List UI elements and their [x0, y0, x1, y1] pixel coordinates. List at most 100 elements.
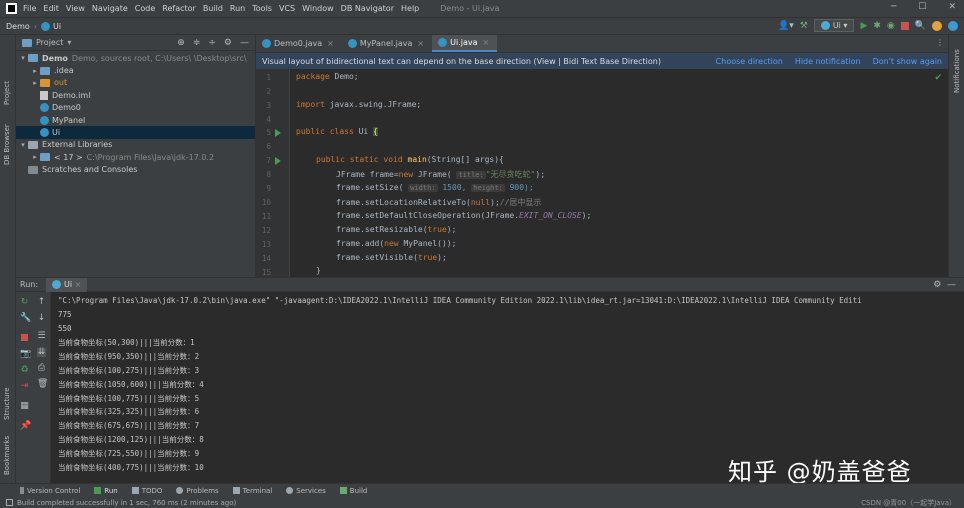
- restore-layout-icon[interactable]: ♻: [20, 366, 29, 375]
- menu-build[interactable]: Build: [203, 4, 223, 13]
- menu-run[interactable]: Run: [230, 4, 245, 13]
- minimize-icon[interactable]: ─: [891, 2, 896, 12]
- close-icon[interactable]: ✕: [948, 2, 956, 12]
- rerun-icon[interactable]: ↻: [20, 298, 29, 307]
- hammer-icon[interactable]: ⚒: [800, 21, 808, 31]
- menu-edit[interactable]: Edit: [43, 4, 59, 13]
- menu-navigate[interactable]: Navigate: [92, 4, 128, 13]
- layout-icon[interactable]: ▦: [20, 402, 29, 411]
- breadcrumb-file[interactable]: Ui: [53, 22, 61, 31]
- tab-mypanel[interactable]: MyPanel.java ×: [342, 35, 432, 52]
- chevron-down-icon[interactable]: ▾: [67, 38, 71, 47]
- status-toggle-icon[interactable]: [6, 499, 13, 506]
- tree-item[interactable]: ▾ Demo Demo, sources root, C:\Users\ \Desk…: [16, 52, 255, 64]
- tree-item[interactable]: ▸ out: [16, 77, 255, 89]
- run-gutter-icon[interactable]: [275, 157, 281, 165]
- wrench-icon[interactable]: 🔧: [20, 314, 31, 323]
- arrow-up-icon[interactable]: ↑: [37, 298, 46, 307]
- gear-icon[interactable]: ⚙: [933, 280, 941, 290]
- db-browser-tool-tab[interactable]: DB Browser: [3, 124, 11, 165]
- coverage-icon[interactable]: ◉: [887, 21, 895, 31]
- hide-icon[interactable]: —: [947, 280, 956, 290]
- menu-vcs[interactable]: VCS: [279, 4, 295, 13]
- tab-problems[interactable]: Problems: [176, 487, 219, 495]
- trash-icon[interactable]: 🗑: [37, 380, 48, 389]
- run-configuration-select[interactable]: Ui ▾: [813, 19, 855, 32]
- tab-ui[interactable]: Ui.java ×: [432, 35, 498, 52]
- menu-help[interactable]: Help: [401, 4, 419, 13]
- navigation-bar: Demo › Ui 👤▾ ⚒ Ui ▾ ▶ ✱ ◉ 🔍: [0, 17, 964, 35]
- close-tab-icon[interactable]: ×: [327, 39, 334, 48]
- tab-run[interactable]: Run: [94, 487, 118, 495]
- folder-icon: [40, 66, 50, 75]
- tab-version-control[interactable]: Version Control: [20, 487, 80, 495]
- chevron-right-icon[interactable]: ▸: [30, 153, 40, 161]
- close-tab-icon[interactable]: ×: [417, 39, 424, 48]
- expand-all-icon[interactable]: ÷: [208, 38, 216, 48]
- pin-icon[interactable]: 📌: [20, 422, 31, 431]
- stop-icon[interactable]: [900, 21, 909, 30]
- tab-demo0[interactable]: Demo0.java ×: [256, 35, 342, 52]
- maximize-icon[interactable]: ☐: [918, 2, 926, 12]
- menu-view[interactable]: View: [66, 4, 85, 13]
- chevron-down-icon[interactable]: ▾: [18, 54, 28, 62]
- menu-tools[interactable]: Tools: [252, 4, 272, 13]
- tree-item[interactable]: Ui: [16, 126, 255, 139]
- more-options-icon[interactable]: ⋮: [936, 38, 944, 47]
- run-gutter-icon[interactable]: [275, 129, 281, 137]
- tree-item[interactable]: Demo.iml: [16, 89, 255, 101]
- exit-icon[interactable]: ⇥: [20, 382, 29, 391]
- menu-file[interactable]: File: [23, 4, 36, 13]
- scroll-to-end-icon[interactable]: ⇊: [37, 348, 46, 357]
- plugin-icon[interactable]: [948, 20, 958, 31]
- collapse-all-icon[interactable]: ≑: [193, 38, 201, 48]
- chevron-down-icon[interactable]: ▾: [18, 141, 28, 149]
- hide-icon[interactable]: —: [240, 38, 249, 48]
- breadcrumb-project[interactable]: Demo: [6, 22, 30, 31]
- notifications-tool-tab[interactable]: Notifications: [953, 49, 961, 93]
- menu-refactor[interactable]: Refactor: [162, 4, 196, 13]
- status-message[interactable]: Build completed successfully in 1 sec, 7…: [17, 499, 236, 507]
- project-tool-tab[interactable]: Project: [3, 81, 11, 105]
- choose-direction-link[interactable]: Choose direction: [716, 57, 783, 66]
- print-icon[interactable]: ⎙: [37, 364, 46, 373]
- user-icon[interactable]: 👤▾: [778, 21, 794, 31]
- dont-show-again-link[interactable]: Don't show again: [873, 57, 942, 66]
- camera-icon[interactable]: 📷: [20, 350, 31, 359]
- run-icon[interactable]: ▶: [860, 21, 867, 31]
- update-icon[interactable]: [932, 20, 942, 31]
- tree-item[interactable]: ▸ .idea: [16, 64, 255, 76]
- chevron-right-icon[interactable]: ▸: [30, 67, 40, 75]
- tab-build[interactable]: Build: [339, 487, 367, 495]
- tree-item[interactable]: MyPanel: [16, 114, 255, 126]
- tab-services[interactable]: Services: [286, 487, 326, 495]
- tree-item[interactable]: Scratches and Consoles: [16, 164, 255, 176]
- bookmarks-tool-tab[interactable]: Bookmarks: [3, 436, 11, 475]
- tree-item[interactable]: Demo0: [16, 102, 255, 114]
- arrow-down-icon[interactable]: ↓: [37, 314, 46, 323]
- hide-notification-link[interactable]: Hide notification: [795, 57, 861, 66]
- tab-todo[interactable]: TODO: [131, 487, 162, 495]
- tab-terminal[interactable]: Terminal: [232, 487, 272, 495]
- console-scrollbar[interactable]: [950, 292, 964, 483]
- tree-item[interactable]: ▸ < 17 > C:\Program Files\Java\jdk-17.0.2: [16, 151, 255, 163]
- chevron-right-icon[interactable]: ▸: [30, 79, 40, 87]
- project-panel-title[interactable]: Project: [36, 38, 63, 47]
- gear-icon[interactable]: ⚙: [224, 38, 232, 48]
- close-tab-icon[interactable]: ×: [483, 38, 490, 47]
- locate-icon[interactable]: ⊕: [177, 38, 185, 48]
- menu-code[interactable]: Code: [135, 4, 155, 13]
- tree-item[interactable]: ▾ External Libraries: [16, 139, 255, 151]
- close-tab-icon[interactable]: ×: [75, 280, 82, 289]
- run-tab-ui[interactable]: Ui ×: [46, 277, 88, 292]
- stop-icon[interactable]: [21, 334, 28, 341]
- no-problems-check-icon[interactable]: ✔: [934, 73, 942, 83]
- search-icon[interactable]: 🔍: [915, 21, 926, 31]
- debug-icon[interactable]: ✱: [873, 21, 881, 31]
- menu-db-navigator[interactable]: DB Navigator: [341, 4, 394, 13]
- code-editor[interactable]: ✔ package Demo; import javax.swing.JFram…: [291, 69, 948, 277]
- number-literal: 1500,: [437, 183, 472, 192]
- menu-window[interactable]: Window: [302, 4, 334, 13]
- soft-wrap-icon[interactable]: ☰: [37, 332, 46, 341]
- structure-tool-tab[interactable]: Structure: [3, 387, 11, 420]
